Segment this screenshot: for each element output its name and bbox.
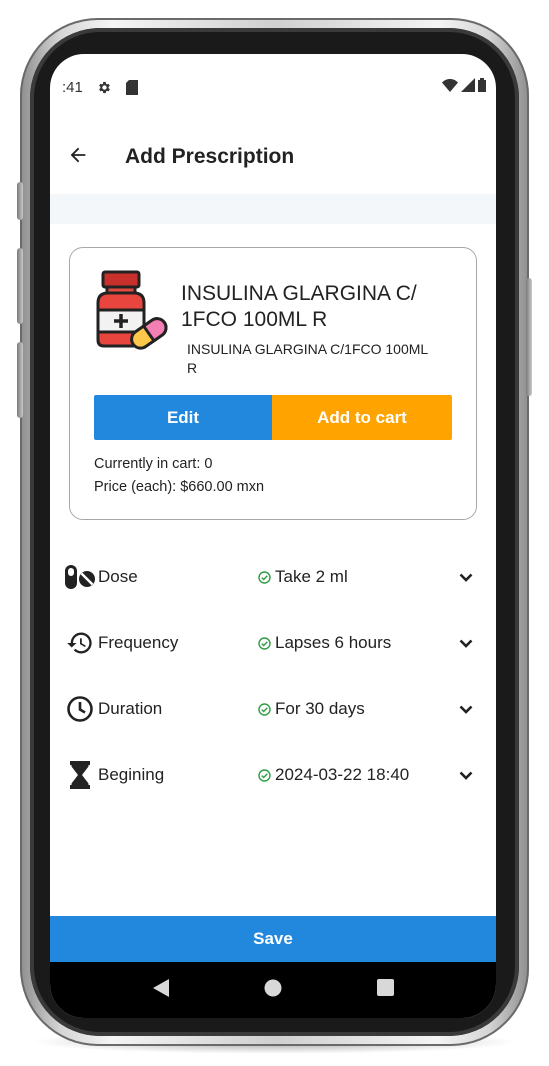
dose-row[interactable]: Dose Take 2 ml — [50, 549, 496, 605]
status-indicators — [442, 78, 486, 96]
add-to-cart-button[interactable]: Add to cart — [272, 395, 452, 440]
edit-button[interactable]: Edit — [94, 395, 272, 440]
status-bar: :41 — [50, 54, 496, 120]
chevron-down-icon — [456, 699, 476, 719]
frequency-row[interactable]: Frequency Lapses 6 hours — [50, 615, 496, 671]
nav-recents-button[interactable] — [365, 970, 405, 1010]
hourglass-icon — [64, 760, 96, 790]
duration-value: For 30 days — [275, 699, 365, 718]
wifi-icon — [442, 78, 458, 96]
phone-side-button — [17, 342, 23, 418]
check-circle-icon — [258, 636, 271, 650]
signal-icon — [461, 78, 475, 96]
system-nav-bar — [50, 962, 496, 1018]
sd-card-icon — [125, 79, 138, 95]
arrow-left-icon — [67, 144, 89, 171]
medication-description: INSULINA GLARGINA C/1FCO 100ML R — [187, 341, 428, 376]
begining-label: Begining — [98, 765, 165, 784]
card-actions: Edit Add to cart — [94, 395, 452, 440]
pill-no-icon — [64, 562, 96, 592]
app-screen: :41 Add Prescription INSULINA GLARGINA C… — [50, 54, 496, 1018]
back-triangle-icon — [153, 978, 169, 1002]
dose-value: Take 2 ml — [275, 567, 348, 586]
chevron-down-icon — [456, 633, 476, 653]
status-time: :41 — [62, 78, 83, 96]
check-circle-icon — [258, 768, 271, 782]
save-button[interactable]: Save — [50, 916, 496, 962]
duration-label: Duration — [98, 699, 163, 718]
header-divider — [50, 194, 496, 224]
battery-icon — [478, 78, 486, 96]
chevron-down-icon — [456, 567, 476, 587]
app-header: Add Prescription — [50, 120, 496, 194]
begining-value: 2024-03-22 18:40 — [275, 765, 410, 784]
phone-power-button — [526, 278, 532, 396]
chevron-down-icon — [456, 765, 476, 785]
duration-row[interactable]: Duration For 30 days — [50, 681, 496, 737]
medicine-bottle-pill-icon — [92, 268, 174, 354]
frequency-value: Lapses 6 hours — [275, 633, 392, 652]
clock-icon — [64, 694, 96, 724]
check-circle-icon — [258, 570, 271, 584]
medication-name: INSULINA GLARGINA C/ 1FCO 100ML R — [181, 282, 417, 331]
home-circle-icon — [264, 979, 282, 1002]
price-text: Price (each): $660.00 mxn — [94, 479, 265, 495]
begining-row[interactable]: Begining 2024-03-22 18:40 — [50, 747, 496, 803]
nav-home-button[interactable] — [253, 970, 293, 1010]
gear-icon — [97, 80, 112, 95]
nav-back-button[interactable] — [141, 970, 181, 1010]
phone-side-button — [17, 182, 23, 220]
medication-card: INSULINA GLARGINA C/ 1FCO 100ML R INSULI… — [69, 247, 477, 520]
check-circle-icon — [258, 702, 271, 716]
phone-side-button — [17, 248, 23, 324]
cart-count-text: Currently in cart: 0 — [94, 456, 213, 472]
recents-square-icon — [376, 979, 394, 1001]
dose-label: Dose — [98, 567, 138, 586]
history-icon — [64, 628, 96, 658]
page-title: Add Prescription — [125, 145, 295, 168]
back-button[interactable] — [50, 129, 106, 185]
frequency-label: Frequency — [98, 633, 179, 652]
